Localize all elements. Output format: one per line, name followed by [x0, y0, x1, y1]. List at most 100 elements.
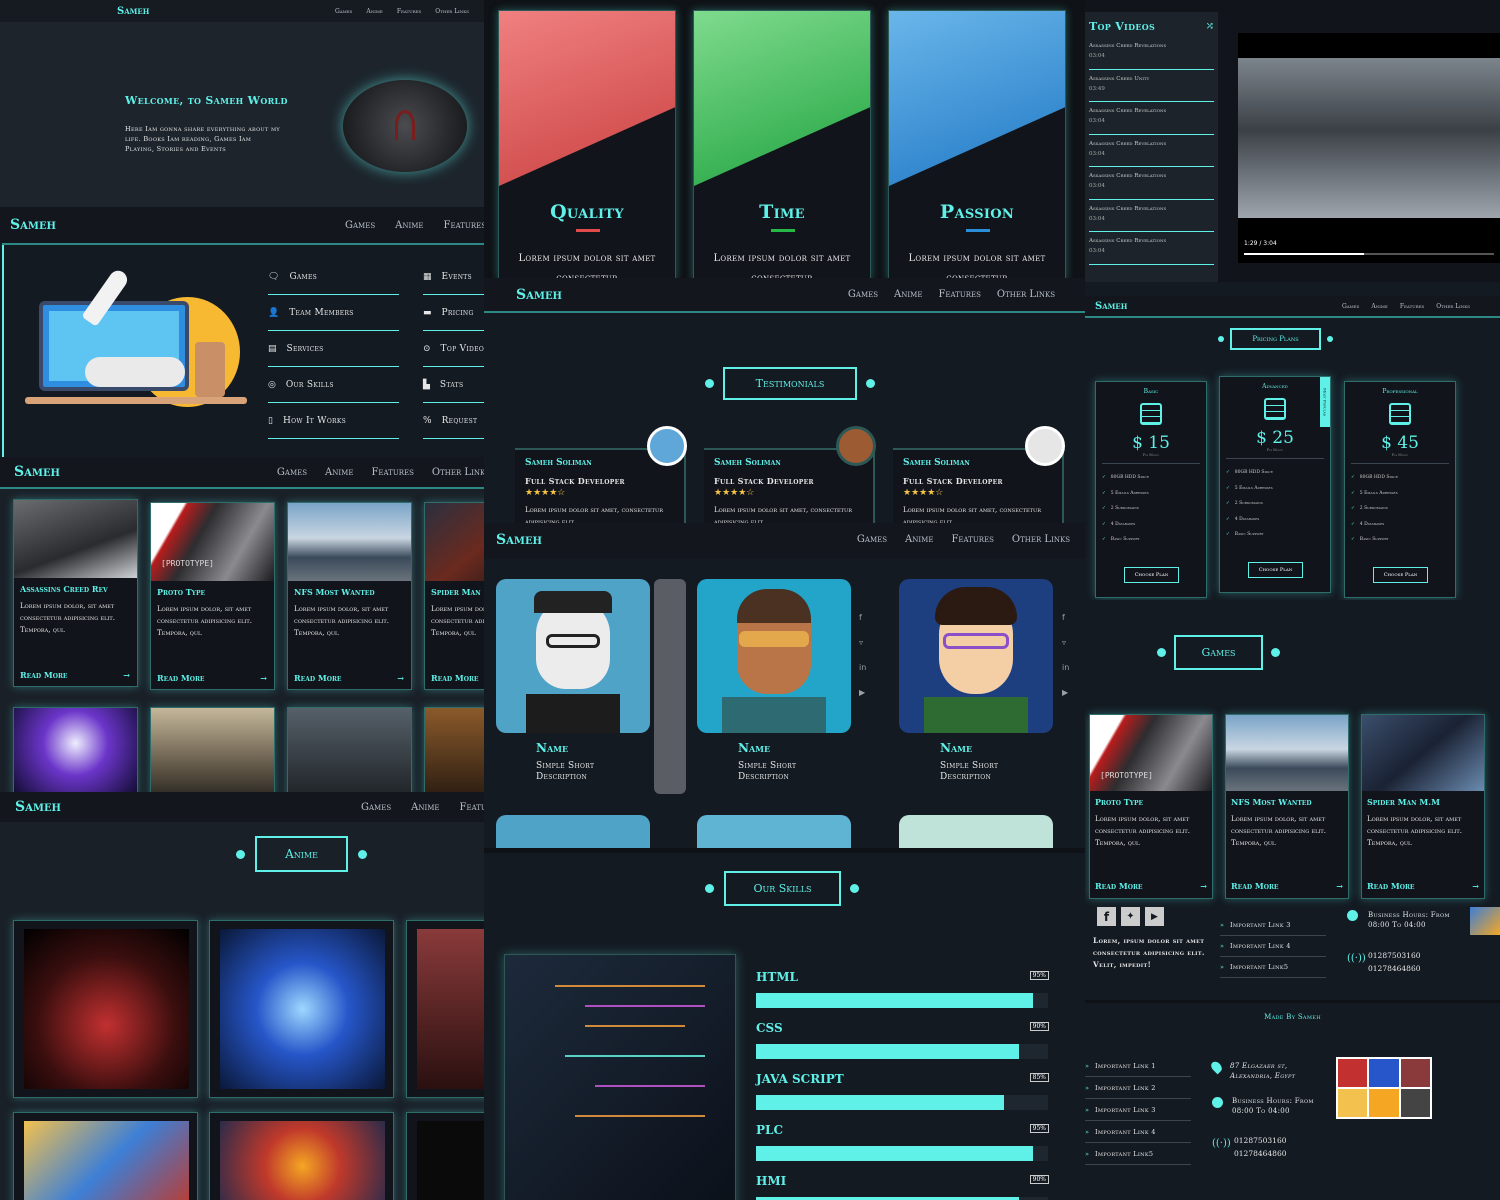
nav-features[interactable]: Features: [397, 8, 421, 15]
brand-logo[interactable]: Sameh: [1095, 301, 1127, 312]
feature-card-passion[interactable]: Passion Lorem ipsum dolor sit amet conse…: [888, 10, 1066, 278]
brand-logo[interactable]: Sameh: [117, 6, 149, 17]
nav-games[interactable]: Games: [1342, 303, 1359, 310]
team-member-card[interactable]: [496, 579, 650, 733]
read-more-link[interactable]: Read More →: [294, 673, 404, 683]
read-more-link[interactable]: Read More →: [20, 670, 130, 680]
game2-card-nfs[interactable]: NFS Most Wanted Lorem ipsum dolor, sit a…: [1225, 714, 1349, 899]
read-more-link[interactable]: Read More: [431, 673, 484, 683]
anime-card-4[interactable]: [13, 1112, 198, 1200]
nav-anime[interactable]: Anime: [1371, 303, 1387, 310]
game-card-prototype[interactable]: [PROTOTYPE] Proto Type Lorem ipsum dolor…: [150, 502, 275, 690]
game-card-spiderman[interactable]: Spider Man Lorem ipsum dolor, sit amet c…: [424, 502, 484, 690]
game2-card-spiderman[interactable]: Spider Man M.M Lorem ipsum dolor, sit am…: [1361, 714, 1485, 899]
game2-card-prototype[interactable]: [PROTOTYPE] Proto Type Lorem ipsum dolor…: [1089, 714, 1213, 899]
facebook-icon[interactable]: f: [1097, 907, 1116, 926]
link-request[interactable]: % Request: [423, 403, 484, 439]
footer-link[interactable]: » Important Link5: [1085, 1143, 1191, 1165]
video-item[interactable]: Assassins Creed Revelations 03:04: [1089, 200, 1214, 232]
brand-logo[interactable]: Sameh: [516, 287, 562, 303]
game-card-origins[interactable]: [424, 707, 484, 792]
video-item[interactable]: Assassins Creed Revelations 03:04: [1089, 102, 1214, 135]
anime-card-2[interactable]: [209, 920, 394, 1098]
team-member-card[interactable]: [899, 815, 1053, 848]
link-pricing[interactable]: ▬ Pricing: [423, 295, 484, 331]
link-skills[interactable]: ◎ Our Skills: [268, 367, 399, 403]
nav-other-links[interactable]: Other Links: [435, 8, 469, 15]
video-progress[interactable]: [1244, 253, 1364, 255]
nav-games[interactable]: Games: [361, 802, 391, 813]
link-stats[interactable]: ▙ Stats: [423, 367, 484, 403]
nav-anime[interactable]: Anime: [894, 289, 922, 300]
video-item[interactable]: Assassins Creed Unity 03:49: [1089, 70, 1214, 102]
brand-logo[interactable]: Sameh: [496, 532, 542, 548]
brand-logo[interactable]: Sameh: [10, 217, 56, 233]
read-more-link[interactable]: Read More →: [1231, 881, 1343, 891]
game-card-goku[interactable]: [13, 707, 138, 792]
footer-link[interactable]: » Important Link 4: [1085, 1121, 1191, 1143]
nav-other-links[interactable]: Other Links: [1012, 534, 1070, 545]
read-more-link[interactable]: Read More →: [157, 673, 267, 683]
nav-features[interactable]: Features: [938, 289, 980, 300]
nav-games[interactable]: Games: [848, 289, 878, 300]
nav-features[interactable]: Features: [444, 220, 484, 231]
team-member-card[interactable]: [496, 815, 650, 848]
game-card-assassins[interactable]: Assassins Creed Rev Lorem ipsum dolor, s…: [13, 499, 138, 687]
footer-link[interactable]: » Important Link 2: [1085, 1077, 1191, 1099]
link-team[interactable]: 👤 Team Members: [268, 295, 399, 331]
anime-card-5[interactable]: [209, 1112, 394, 1200]
nav-features[interactable]: Features: [1400, 303, 1424, 310]
game-card-unity[interactable]: [150, 707, 275, 792]
youtube-icon[interactable]: ▶: [1145, 907, 1164, 926]
game-card-nfs[interactable]: NFS Most Wanted Lorem ipsum dolor, sit a…: [287, 502, 412, 690]
anime-card-3[interactable]: [406, 920, 484, 1098]
choose-plan-button[interactable]: Choose Plan: [1248, 562, 1303, 578]
team-member-card[interactable]: [697, 579, 851, 733]
team-member-card[interactable]: [899, 579, 1053, 733]
anime-card-1[interactable]: [13, 920, 198, 1098]
link-top-videos[interactable]: ⊙ Top Videos: [423, 331, 484, 367]
nav-anime[interactable]: Anime: [366, 8, 382, 15]
nav-other-links[interactable]: Other Links: [1436, 303, 1470, 310]
choose-plan-button[interactable]: Choose Plan: [1124, 567, 1179, 583]
link-how[interactable]: ▯ How It Works: [268, 403, 399, 439]
video-item[interactable]: Assassins Creed Revelations 03:04: [1089, 135, 1214, 167]
footer-link[interactable]: » Important Link5: [1220, 957, 1326, 978]
twitter-icon[interactable]: ✦: [1121, 907, 1140, 926]
footer-link[interactable]: » Important Link 3: [1085, 1099, 1191, 1121]
choose-plan-button[interactable]: Choose Plan: [1373, 567, 1428, 583]
feature-card-time[interactable]: Time Lorem ipsum dolor sit amet consecte…: [693, 10, 871, 278]
nav-other-links[interactable]: Other Links: [997, 289, 1055, 300]
footer-link[interactable]: » Important Link 4: [1220, 936, 1326, 957]
anime-card-6[interactable]: [406, 1112, 484, 1200]
video-item[interactable]: Assassins Creed Revelations 03:04: [1089, 37, 1214, 70]
video-item[interactable]: Assassins Creed Revelations 03:04: [1089, 167, 1214, 200]
nav-anime[interactable]: Anime: [411, 802, 439, 813]
read-more-link[interactable]: Read More →: [1095, 881, 1207, 891]
nav-anime[interactable]: Anime: [905, 534, 933, 545]
feature-card-quality[interactable]: Quality Lorem ipsum dolor sit amet conse…: [498, 10, 676, 278]
nav-anime[interactable]: Anime: [325, 467, 353, 478]
nav-features[interactable]: Features: [460, 802, 484, 813]
shuffle-icon[interactable]: ⤮: [1206, 21, 1214, 32]
link-events[interactable]: ▦ Events: [423, 259, 484, 295]
video-player[interactable]: 1:29 / 3:04: [1238, 33, 1500, 263]
nav-games[interactable]: Games: [335, 8, 352, 15]
nav-games[interactable]: Games: [857, 534, 887, 545]
nav-games[interactable]: Games: [345, 220, 375, 231]
brand-logo[interactable]: Sameh: [14, 464, 60, 480]
footer-link[interactable]: » Important Link 1: [1085, 1055, 1191, 1077]
nav-games[interactable]: Games: [277, 467, 307, 478]
team-member-card[interactable]: [697, 815, 851, 848]
nav-features[interactable]: Features: [951, 534, 993, 545]
game-card-syndicate[interactable]: [287, 707, 412, 792]
footer-link[interactable]: » Important Link 3: [1220, 915, 1326, 936]
read-more-link[interactable]: Read More →: [1367, 881, 1479, 891]
link-games[interactable]: 🗨 Games: [268, 259, 399, 295]
video-item[interactable]: Assassins Creed Revelations 03:04: [1089, 232, 1214, 265]
brand-logo[interactable]: Sameh: [15, 799, 61, 815]
nav-anime[interactable]: Anime: [395, 220, 423, 231]
link-services[interactable]: ▤ Services: [268, 331, 399, 367]
nav-features[interactable]: Features: [371, 467, 413, 478]
nav-other-links[interactable]: Other Links: [432, 467, 484, 478]
